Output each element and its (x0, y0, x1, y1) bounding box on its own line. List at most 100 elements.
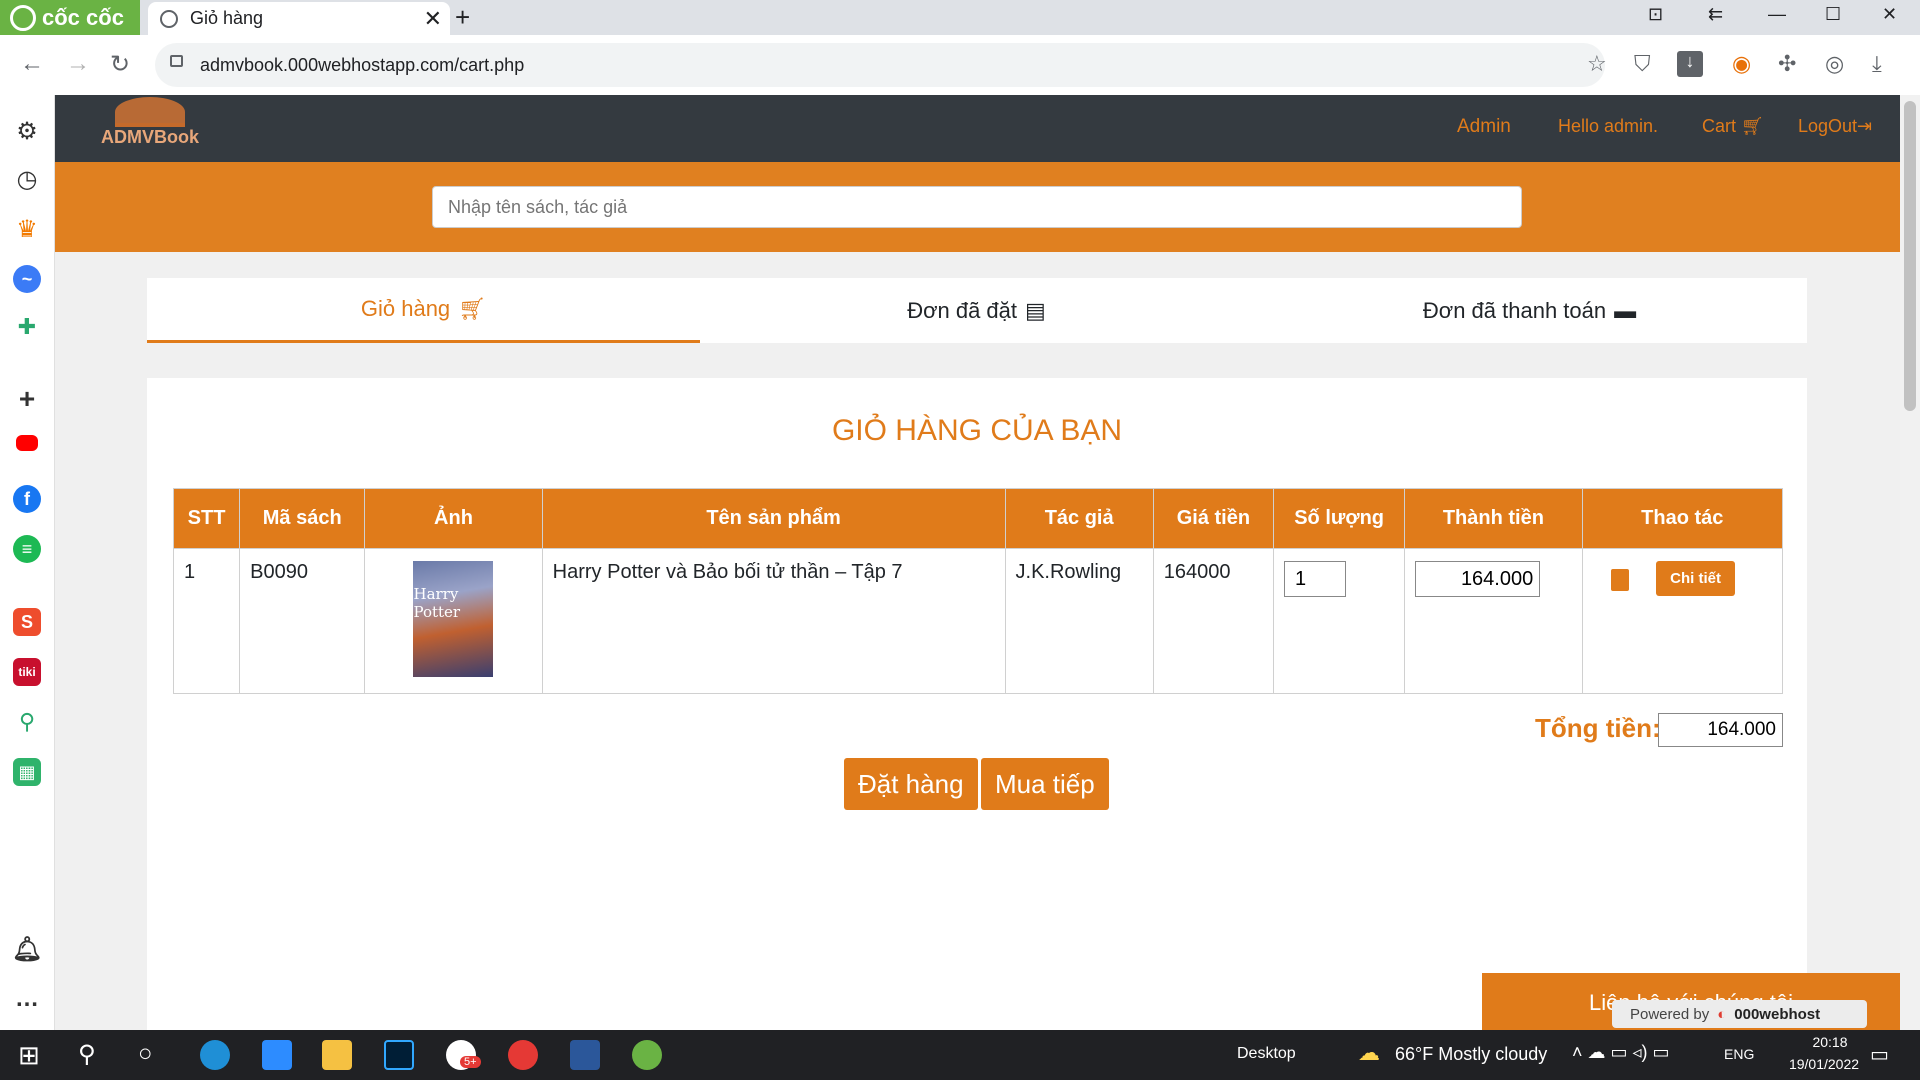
maximize-icon[interactable]: ☐ (1825, 4, 1841, 25)
webhost-logo-icon: ◐ (1717, 1005, 1727, 1023)
cart-icon: 🛒︎ (1741, 116, 1764, 136)
tab-close-icon[interactable]: ✕ (424, 6, 442, 32)
cell-actions: Chi tiết (1581, 548, 1784, 694)
photoshop-icon[interactable] (384, 1040, 414, 1070)
browser-brand: cốc cốc (42, 4, 124, 30)
reload-icon[interactable]: ↻ (110, 50, 130, 79)
browser-tab-active[interactable]: Giỏ hàng ✕ (148, 2, 450, 35)
col-stt: STT (172, 488, 241, 549)
coccoc-logo[interactable]: cốc cốc (0, 0, 140, 35)
coccoc-taskbar-icon[interactable] (632, 1040, 662, 1070)
tab-placed-orders[interactable]: Đơn đã đặt ▤ (700, 278, 1253, 343)
clock-date[interactable]: 19/01/2022 (1774, 1056, 1874, 1072)
zalo-badge: 5+ (460, 1056, 481, 1068)
windows-start-icon[interactable]: ⊞ (18, 1040, 40, 1071)
new-tab-icon[interactable]: + (455, 2, 470, 33)
url-field[interactable]: admvbook.000webhostapp.com/cart.php (155, 43, 1605, 87)
shield-icon[interactable]: ⛉ (1634, 51, 1651, 77)
powered-by-badge[interactable]: Powered by ◐ 000webhost (1612, 1000, 1867, 1028)
word-icon[interactable] (570, 1040, 600, 1070)
url-text: admvbook.000webhostapp.com/cart.php (200, 54, 525, 75)
col-qty: Số lượng (1272, 488, 1406, 549)
back-icon[interactable]: ← (20, 50, 44, 78)
total-field (1658, 713, 1783, 747)
cell-author: J.K.Rowling (1004, 548, 1154, 694)
tab-cart[interactable]: Giỏ hàng 🛒︎ (147, 278, 700, 343)
facebook-icon[interactable]: f (13, 485, 41, 513)
nav-logout-label: LogOut (1798, 116, 1858, 136)
tab-placed-orders-label: Đơn đã đặt (907, 297, 1018, 323)
zoom-icon[interactable] (262, 1040, 292, 1070)
desktop-toolbar-label[interactable]: Desktop (1237, 1045, 1296, 1063)
col-author: Tác giả (1004, 488, 1154, 549)
scrollbar-thumb[interactable] (1904, 101, 1916, 411)
continue-shopping-button[interactable]: Mua tiếp (981, 758, 1109, 810)
powered-by-text: Powered by (1630, 1005, 1710, 1023)
forward-icon[interactable]: → (66, 50, 90, 78)
order-tabs: Giỏ hàng 🛒︎ Đơn đã đặt ▤ Đơn đã thanh to… (147, 278, 1807, 343)
map-pin-icon[interactable]: ⚲ (13, 708, 41, 736)
notification-bell-icon[interactable]: 🔔︎ (12, 935, 42, 963)
nav-admin-link[interactable]: Admin (1457, 116, 1511, 138)
nav-cart-label: Cart (1702, 116, 1737, 136)
action-center-icon[interactable]: ▭ (1870, 1042, 1889, 1067)
site-logo[interactable]: ADMVBook (95, 97, 205, 157)
coccoc-logo-icon (10, 4, 36, 31)
file-explorer-icon[interactable] (322, 1040, 352, 1070)
sheet-icon[interactable]: ▦ (13, 758, 41, 786)
profile-icon[interactable]: ◎ (1825, 51, 1844, 77)
table-header-row: STT Mã sách Ảnh Tên sản phẩm Tác giả Giá… (172, 488, 1784, 549)
download-arrow-icon[interactable]: ↓ (1677, 51, 1703, 77)
lock-icon[interactable] (170, 55, 183, 67)
gamepad-icon[interactable]: ✚ (13, 313, 41, 341)
nav-hello-link[interactable]: Hello admin. (1558, 116, 1658, 137)
tray-icons[interactable]: ˄ ☁ ▭ ◃) ▭ (1572, 1042, 1670, 1063)
list-icon: ▤ (1025, 297, 1046, 323)
detail-button[interactable]: Chi tiết (1656, 561, 1735, 596)
page-scrollbar[interactable] (1900, 95, 1920, 1030)
spotify-icon[interactable]: ≡ (13, 535, 41, 563)
col-code: Mã sách (239, 488, 366, 549)
quantity-input[interactable] (1284, 561, 1346, 597)
tab-paid-orders[interactable]: Đơn đã thanh toán ▬ (1253, 278, 1806, 343)
table-row: 1 B0090 Harry Potter Harry Potter và Bảo… (172, 548, 1784, 694)
tiki-icon[interactable]: tiki (13, 658, 41, 686)
add-app-icon[interactable]: + (13, 383, 41, 414)
coccoc-extension-icon[interactable]: ◉ (1732, 51, 1751, 77)
address-bar-row: ← → ↻ admvbook.000webhostapp.com/cart.ph… (0, 35, 1920, 95)
nav-logout-link[interactable]: LogOut⇥ (1798, 116, 1872, 137)
extensions-icon[interactable]: ✣ (1778, 51, 1796, 77)
windows-taskbar: ⊞ ⚲ ○ 5+ Desktop ☁ 66°F Mostly cloudy ˄ … (0, 1030, 1920, 1080)
edge-icon[interactable] (200, 1040, 230, 1070)
place-order-button[interactable]: Đặt hàng (844, 758, 978, 810)
tab-cart-label: Giỏ hàng (360, 296, 451, 321)
screen-search-icon[interactable]: ⊡ (1648, 4, 1663, 25)
weather-text[interactable]: 66°F Mostly cloudy (1395, 1044, 1547, 1065)
shopee-icon[interactable]: S (13, 608, 41, 636)
nav-cart-link[interactable]: Cart 🛒︎ (1702, 116, 1764, 137)
language-indicator[interactable]: ENG (1724, 1046, 1754, 1062)
cell-image: Harry Potter (364, 548, 543, 694)
crown-icon[interactable]: ♛ (13, 215, 41, 243)
search-input[interactable] (432, 186, 1522, 228)
window-close-icon[interactable]: ✕ (1882, 4, 1897, 25)
downloads-icon[interactable]: ⤓ (1872, 51, 1882, 77)
messenger-icon[interactable]: ~ (13, 265, 41, 293)
more-icon[interactable]: … (13, 985, 41, 1013)
globe-icon (160, 9, 178, 28)
settings-gear-icon[interactable]: ⚙ (13, 117, 41, 145)
bookmark-star-icon[interactable]: ☆ (1587, 51, 1607, 77)
search-icon[interactable]: ⚲ (78, 1040, 96, 1069)
trash-icon[interactable] (1610, 569, 1629, 591)
cell-name: Harry Potter và Bảo bối tử thần – Tập 7 (541, 548, 1006, 694)
tab-list-icon[interactable]: ⇇ (1708, 4, 1723, 25)
chrome-icon[interactable] (508, 1040, 538, 1070)
minimize-icon[interactable]: — (1768, 4, 1786, 25)
web-page: ADMVBook Admin Hello admin. Cart 🛒︎ LogO… (55, 95, 1900, 1030)
cell-code: B0090 (239, 548, 366, 694)
youtube-icon[interactable] (16, 435, 38, 451)
history-icon[interactable]: ◷ (13, 165, 41, 193)
task-view-icon[interactable]: ○ (138, 1040, 153, 1068)
clock-time[interactable]: 20:18 (1790, 1034, 1870, 1050)
browser-tab-strip: cốc cốc Giỏ hàng ✕ + ⊡ ⇇ — ☐ ✕ (0, 0, 1920, 35)
